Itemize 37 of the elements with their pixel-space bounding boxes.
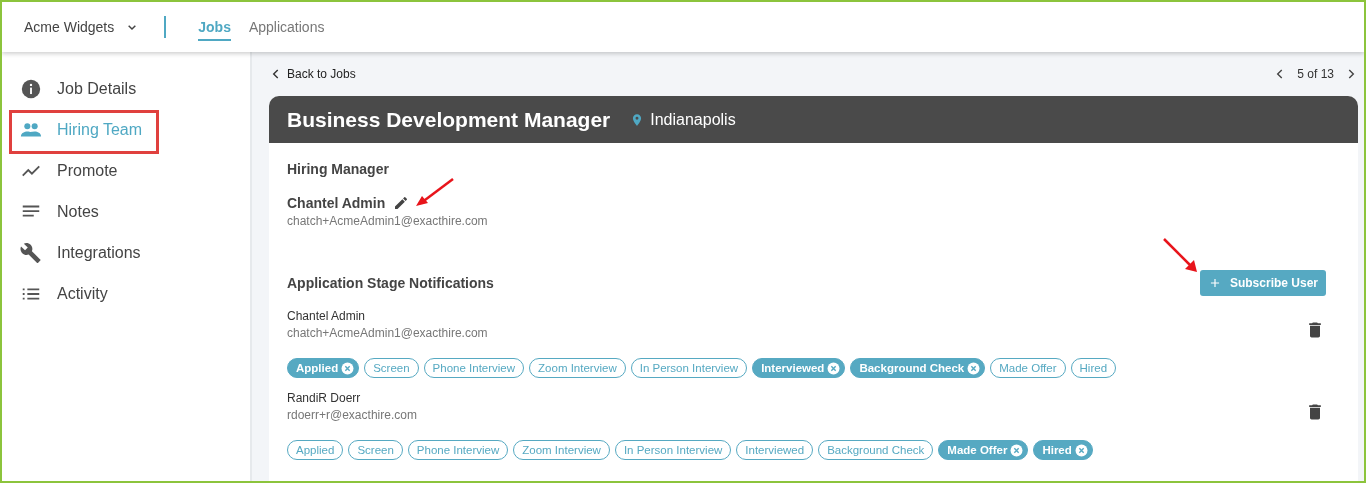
stage-chip[interactable]: Background Check	[850, 358, 986, 378]
sidebar-item[interactable]: Notes	[2, 191, 250, 232]
remove-icon[interactable]	[341, 361, 355, 375]
nav-tab[interactable]: Jobs	[198, 13, 231, 41]
sidebar-item[interactable]: Job Details	[2, 68, 250, 109]
remove-icon[interactable]	[1010, 443, 1024, 457]
page-counter: 5 of 13	[1297, 67, 1334, 81]
back-link[interactable]: Back to Jobs	[269, 67, 356, 81]
nav-tab[interactable]: Applications	[248, 13, 325, 41]
job-location: Indianapolis	[650, 110, 736, 129]
info-icon	[20, 77, 42, 100]
job-title: Business Development Manager	[287, 107, 611, 132]
annotation-arrow	[1162, 237, 1198, 273]
subscriber-name: Chantel Admin	[287, 309, 367, 323]
pencil-icon[interactable]	[393, 195, 410, 211]
sidebar-item[interactable]: Activity	[2, 273, 250, 314]
subscriber-email: rdoerr+r@exacthire.com	[287, 408, 417, 422]
stage-chip[interactable]: Applied	[287, 358, 360, 378]
manager-email: chatch+AcmeAdmin1@exacthire.com	[287, 214, 489, 228]
sidebar-item[interactable]: Hiring Team	[2, 109, 250, 150]
remove-icon[interactable]	[1074, 443, 1088, 457]
stage-chip[interactable]: Hired	[1033, 440, 1093, 460]
remove-icon[interactable]	[827, 361, 841, 375]
account-dropdown[interactable]: Acme Widgets	[24, 19, 141, 35]
section-heading: Application Stage Notifications	[287, 275, 494, 291]
subscriber-name: RandiR Doerr	[287, 391, 362, 405]
remove-icon[interactable]	[967, 361, 981, 375]
sidebar-item[interactable]: Promote	[2, 150, 250, 191]
sidebar-item[interactable]: Integrations	[2, 232, 250, 273]
subscriber-email: chatch+AcmeAdmin1@exacthire.com	[287, 326, 488, 340]
subscribe-user-button[interactable]: Subscribe User	[1199, 270, 1326, 296]
stage-chip[interactable]: Interviewed	[752, 358, 846, 378]
manager-name: Chantel Admin	[287, 195, 386, 211]
annotation-arrow	[415, 177, 455, 207]
wrench-icon	[20, 241, 42, 264]
stage-chip[interactable]: Made Offer	[938, 440, 1029, 460]
section-heading: Hiring Manager	[287, 161, 390, 177]
